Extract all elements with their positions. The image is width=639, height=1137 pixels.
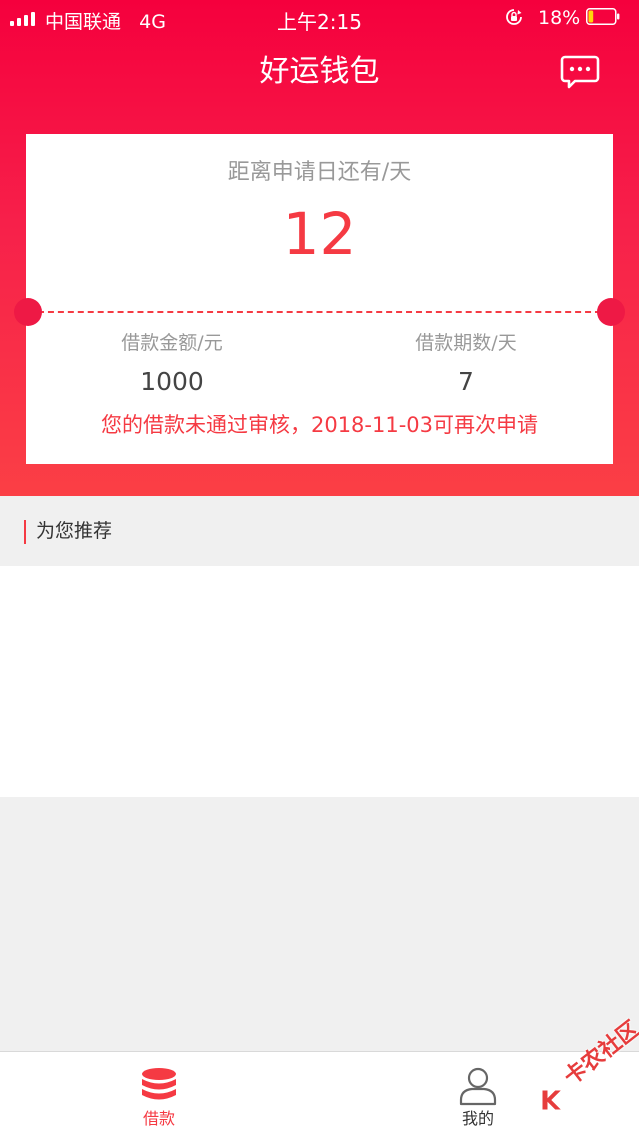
watermark: 卡农社区	[538, 1017, 639, 1128]
tab-loan-label: 借款	[142, 1109, 175, 1128]
card-divider	[38, 311, 601, 313]
loan-amount-value: 1000	[140, 367, 204, 396]
card-notch-right	[597, 298, 625, 326]
days-remaining-label: 距离申请日还有/天	[227, 160, 412, 185]
rotation-lock-icon	[506, 9, 522, 25]
section-title: 为您推荐	[36, 520, 113, 542]
battery-icon	[586, 8, 620, 25]
review-notice: 您的借款未通过审核，2018-11-03可再次申请	[100, 413, 539, 437]
loan-status-card: 距离申请日还有/天 12 借款金额/元 1000 借款期数/天 7 您的借款未通…	[26, 134, 613, 464]
card-notch-left	[14, 298, 42, 326]
loan-term-label: 借款期数/天	[415, 332, 517, 354]
recommend-list	[0, 566, 639, 797]
section-accent-bar	[24, 520, 26, 544]
recommend-section-header: 为您推荐	[0, 496, 639, 566]
page-title: 好运钱包	[259, 54, 380, 89]
user-icon	[459, 1067, 497, 1106]
watermark-logo-icon	[541, 1089, 564, 1111]
tab-mine[interactable]: 我的	[418, 1052, 538, 1137]
days-remaining-value: 12	[282, 200, 357, 268]
loan-amount-block: 借款金额/元 1000	[52, 330, 292, 398]
header-background: 中国联通 4G 上午2:15 18% 好运钱包 距离申请日还有/天 12 借款金…	[0, 0, 639, 496]
watermark-text: 卡农社区	[559, 1016, 639, 1091]
loan-term-value: 7	[458, 367, 474, 396]
loan-amount-label: 借款金额/元	[121, 332, 223, 354]
tab-mine-label: 我的	[461, 1109, 494, 1128]
battery-percent: 18%	[538, 7, 581, 29]
status-bar: 中国联通 4G 上午2:15 18%	[0, 0, 639, 36]
coins-stack-icon	[142, 1068, 176, 1100]
loan-term-block: 借款期数/天 7	[346, 330, 586, 398]
tab-loan[interactable]: 借款	[99, 1052, 219, 1137]
message-icon[interactable]	[560, 54, 600, 90]
